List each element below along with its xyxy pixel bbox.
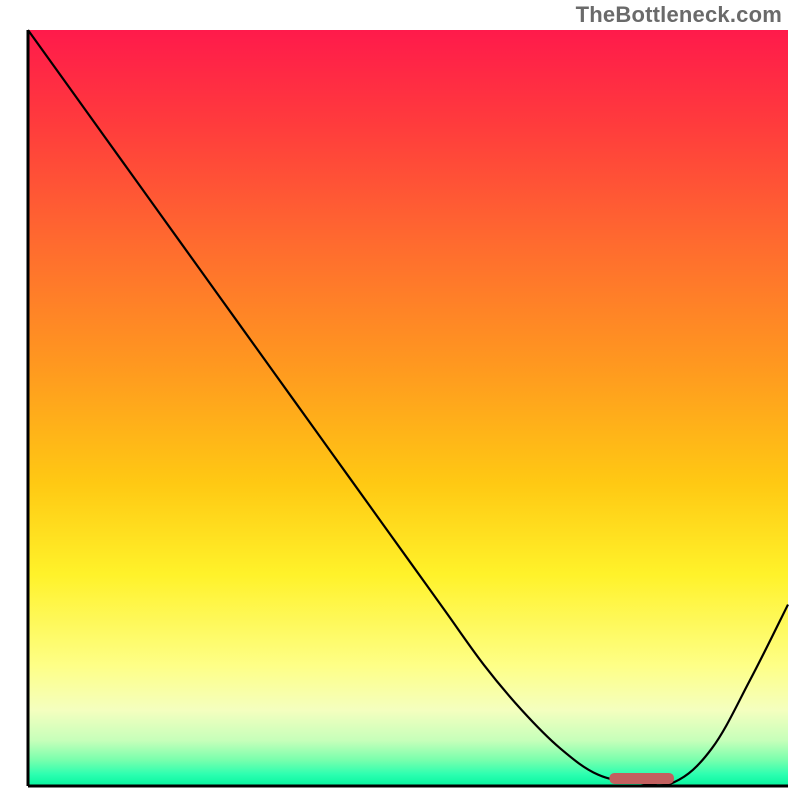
- watermark-text: TheBottleneck.com: [576, 2, 782, 28]
- bottleneck-chart: [0, 0, 800, 800]
- plot-background: [28, 30, 788, 786]
- optimal-range-marker: [609, 773, 674, 784]
